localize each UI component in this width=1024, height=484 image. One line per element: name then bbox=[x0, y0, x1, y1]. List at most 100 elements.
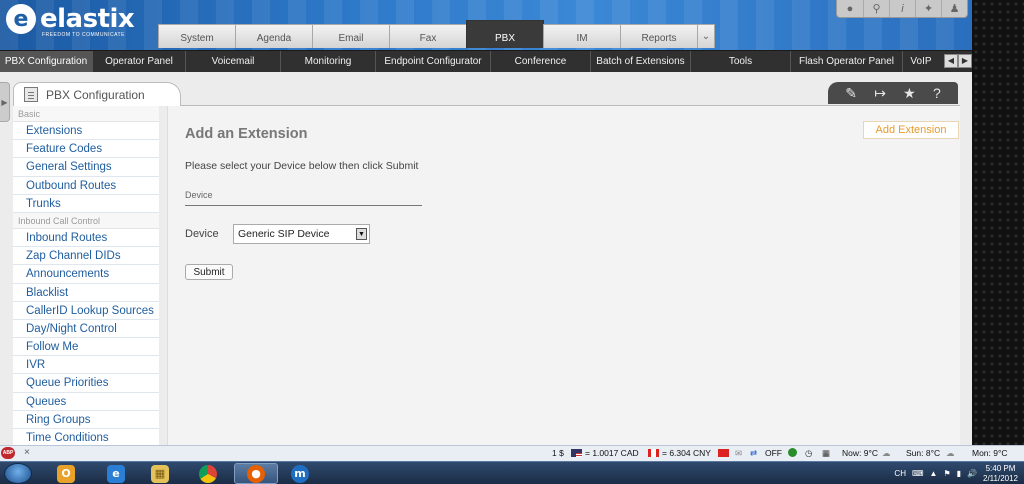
help-icon[interactable]: ? bbox=[933, 85, 941, 101]
tab-im[interactable]: IM bbox=[543, 24, 621, 48]
menu-pbx-configuration[interactable]: PBX Configuration bbox=[0, 50, 93, 73]
sidebar-item-blacklist[interactable]: Blacklist bbox=[13, 284, 159, 302]
module-tab: PBX Configuration bbox=[13, 82, 181, 106]
sidebar-item-time-conditions[interactable]: Time Conditions bbox=[13, 429, 159, 445]
device-label: Device bbox=[185, 228, 219, 240]
puzzle-icon[interactable]: ✦ bbox=[915, 0, 941, 17]
menu-voicemail[interactable]: Voicemail bbox=[186, 50, 281, 73]
weather-sun: Sun: 8°C bbox=[906, 448, 941, 458]
elastix-logo[interactable]: e elastix FREEDOM TO COMMUNICATE bbox=[6, 4, 135, 38]
sidebar-item-outbound-routes[interactable]: Outbound Routes bbox=[13, 177, 159, 195]
module-tab-label: PBX Configuration bbox=[46, 87, 145, 102]
currency-btc: 1 $ bbox=[552, 448, 564, 458]
search-icon[interactable]: ⚲ bbox=[863, 0, 889, 17]
sidebar-item-ivr[interactable]: IVR bbox=[13, 356, 159, 375]
adblock-icon[interactable]: ABP bbox=[1, 447, 15, 459]
sidebar-item-feature-codes[interactable]: Feature Codes bbox=[13, 140, 159, 159]
page-title: Add an Extension bbox=[185, 126, 308, 142]
currency-cad-cny: = 6.304 CNY bbox=[662, 448, 711, 458]
module-tools: ✎ ↦ ★ ? bbox=[828, 82, 958, 104]
menu-batch-of-extensions[interactable]: Batch of Extensions bbox=[591, 50, 691, 73]
menu-operator-panel[interactable]: Operator Panel bbox=[93, 50, 186, 73]
page-instruction: Please select your Device below then cli… bbox=[185, 160, 419, 172]
clock-icon[interactable]: ◷ bbox=[805, 448, 812, 459]
scroll-right-icon[interactable]: ▶ bbox=[958, 53, 972, 68]
flag-ca-icon bbox=[648, 448, 659, 458]
device-select-value: Generic SIP Device bbox=[238, 228, 330, 240]
drop-icon[interactable]: ● bbox=[837, 0, 863, 17]
app-icon[interactable]: m bbox=[278, 463, 322, 484]
sidebar-item-extensions[interactable]: Extensions bbox=[13, 122, 159, 141]
weather-now: Now: 9°C bbox=[842, 448, 878, 458]
start-button[interactable] bbox=[4, 463, 32, 484]
clock-date: 2/11/2012 bbox=[983, 473, 1018, 483]
chrome-icon[interactable] bbox=[186, 463, 230, 484]
sidebar-item-follow-me[interactable]: Follow Me bbox=[13, 338, 159, 357]
chevron-down-icon[interactable]: ▼ bbox=[356, 228, 367, 240]
statusbar-close-icon[interactable]: × bbox=[24, 447, 30, 458]
star-icon[interactable]: ★ bbox=[903, 85, 916, 102]
volume-icon[interactable]: 🔊 bbox=[967, 469, 977, 478]
top-header: e elastix FREEDOM TO COMMUNICATE ● ⚲ i ✦… bbox=[0, 0, 972, 50]
currency-usd-cad: = 1.0017 CAD bbox=[585, 448, 639, 458]
tab-reports[interactable]: Reports bbox=[620, 24, 698, 48]
clock-time: 5:40 PM bbox=[985, 463, 1016, 473]
sidebar-item-ring-groups[interactable]: Ring Groups bbox=[13, 411, 159, 429]
browser-statusbar: ABP × 1 $ = 1.0017 CAD = 6.304 CNY ✉ ⇄ O… bbox=[0, 445, 1024, 461]
flag-tray-icon[interactable]: ⚑ bbox=[943, 469, 950, 478]
sidebar-item-queues[interactable]: Queues bbox=[13, 393, 159, 411]
language-indicator[interactable]: CH bbox=[894, 469, 906, 478]
explorer-icon[interactable]: ▦ bbox=[138, 463, 182, 484]
tab-pbx[interactable]: PBX bbox=[466, 20, 544, 48]
sidebar-item-trunks[interactable]: Trunks bbox=[13, 195, 159, 213]
sidebar-item-inbound-routes[interactable]: Inbound Routes bbox=[13, 229, 159, 248]
ie-icon[interactable]: e bbox=[94, 463, 138, 484]
export-icon[interactable]: ↦ bbox=[874, 85, 886, 102]
clock[interactable]: 5:40 PM 2/11/2012 bbox=[983, 464, 1018, 484]
edit-icon[interactable]: ✎ bbox=[845, 85, 857, 102]
tab-email[interactable]: Email bbox=[312, 24, 390, 48]
sidebar-item-day-night[interactable]: Day/Night Control bbox=[13, 320, 159, 339]
device-select[interactable]: Generic SIP Device ▼ bbox=[233, 224, 370, 244]
calendar-icon[interactable]: ▦ bbox=[822, 448, 830, 459]
menu-conference[interactable]: Conference bbox=[491, 50, 591, 73]
tab-agenda[interactable]: Agenda bbox=[235, 24, 313, 48]
sidebar: Basic Extensions Feature Codes General S… bbox=[13, 106, 159, 445]
logo-mark-icon: e bbox=[6, 4, 36, 34]
menu-monitoring[interactable]: Monitoring bbox=[281, 50, 376, 73]
info-icon[interactable]: i bbox=[889, 0, 915, 17]
cloud-rain-icon: ☁ bbox=[946, 448, 955, 458]
mail-icon[interactable]: ✉ bbox=[735, 448, 742, 459]
scroll-left-icon[interactable]: ◀ bbox=[944, 53, 958, 68]
submit-button[interactable]: Submit bbox=[185, 264, 233, 280]
menu-endpoint-configurator[interactable]: Endpoint Configurator bbox=[376, 50, 491, 73]
main-content: Add an Extension Please select your Devi… bbox=[167, 106, 960, 445]
firefox-icon[interactable]: ● bbox=[234, 463, 278, 484]
flag-cn-icon bbox=[718, 448, 729, 458]
menu-flash-operator-panel[interactable]: Flash Operator Panel bbox=[791, 50, 903, 73]
weather-mon: Mon: 9°C bbox=[972, 448, 1008, 458]
cloud-icon: ☁ bbox=[882, 448, 891, 458]
network-icon[interactable]: ⇄ bbox=[750, 448, 757, 459]
tab-fax[interactable]: Fax bbox=[389, 24, 467, 48]
outlook-icon[interactable]: O bbox=[44, 463, 88, 484]
menu-tools[interactable]: Tools bbox=[691, 50, 791, 73]
add-extension-link[interactable]: Add Extension bbox=[863, 121, 959, 139]
off-status: OFF bbox=[765, 448, 782, 458]
tabs-more-chevron-icon[interactable]: ⌄ bbox=[697, 24, 715, 48]
flag-us-icon bbox=[571, 448, 582, 458]
tray-expand-icon[interactable]: ▲ bbox=[930, 469, 938, 478]
signal-icon[interactable]: ▮ bbox=[957, 469, 961, 478]
sidebar-item-announcements[interactable]: Announcements bbox=[13, 265, 159, 284]
sidebar-item-general-settings[interactable]: General Settings bbox=[13, 158, 159, 177]
sidebar-section-inbound: Inbound Call Control bbox=[13, 212, 159, 229]
green-status-icon[interactable] bbox=[788, 448, 797, 458]
menu-voip[interactable]: VoIP bbox=[903, 51, 939, 73]
keyboard-icon[interactable]: ⌨ bbox=[912, 469, 924, 478]
sidebar-item-zap-channel-dids[interactable]: Zap Channel DIDs bbox=[13, 247, 159, 266]
sidebar-item-callerid-lookup[interactable]: CallerID Lookup Sources bbox=[13, 302, 159, 320]
user-icon[interactable]: ♟ bbox=[941, 0, 967, 17]
sidebar-toggle-icon[interactable]: ▶ bbox=[0, 82, 10, 122]
sidebar-item-queue-priorities[interactable]: Queue Priorities bbox=[13, 374, 159, 393]
tab-system[interactable]: System bbox=[158, 24, 236, 48]
